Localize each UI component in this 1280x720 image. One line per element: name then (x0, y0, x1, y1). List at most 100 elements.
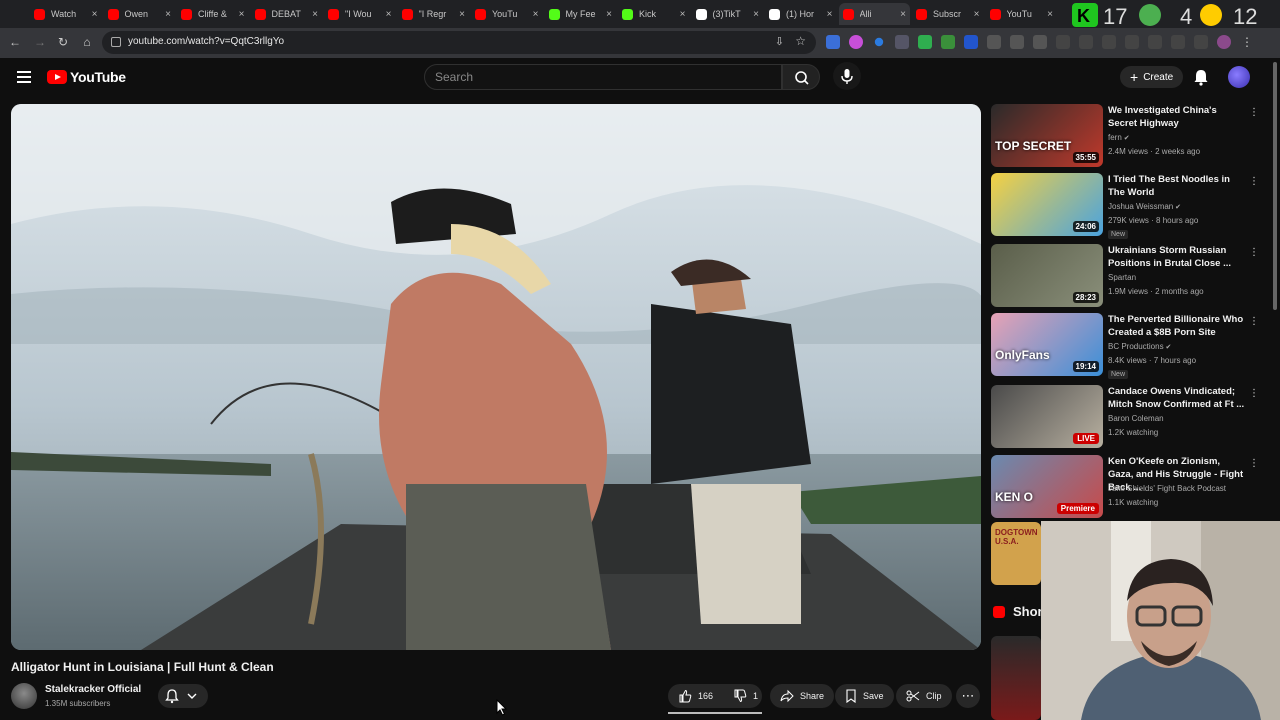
tab-close-icon[interactable]: × (753, 9, 759, 20)
tab-close-icon[interactable]: × (312, 9, 318, 20)
browser-tab[interactable]: DEBAT × (251, 3, 323, 25)
install-icon[interactable]: ⇩ (775, 35, 784, 48)
browser-tab[interactable]: (3)TikT × (692, 3, 764, 25)
browser-tab[interactable]: Alli × (838, 3, 910, 25)
more-options-icon[interactable]: ⋮ (1249, 175, 1259, 189)
extension-icon[interactable] (1010, 35, 1024, 49)
page-scrollbar[interactable] (1273, 62, 1277, 310)
recommended-video-title[interactable]: Candace Owens Vindicated; Mitch Snow Con… (1108, 385, 1248, 411)
devtools-icon[interactable] (1102, 35, 1116, 49)
recommended-channel[interactable]: BC Productions ✔ (1108, 342, 1171, 351)
history-icon[interactable] (1056, 35, 1070, 49)
voice-search-button[interactable] (833, 62, 861, 90)
recommended-video[interactable]: KEN O Premiere Ken O'Keefe on Zionism, Gaz… (991, 455, 1271, 521)
extension-icon[interactable] (874, 37, 884, 47)
browser-tab[interactable]: (1) Hor × (765, 3, 837, 25)
more-options-icon[interactable]: ⋮ (1249, 457, 1259, 471)
video-thumbnail[interactable]: LIVE (991, 385, 1103, 448)
recommended-video-title[interactable]: Ukrainians Storm Russian Positions in Br… (1108, 244, 1248, 270)
reading-list-icon[interactable] (1125, 35, 1139, 49)
recommended-video-title[interactable]: We Investigated China's Secret Highway (1108, 104, 1248, 130)
like-button[interactable]: 166 (668, 684, 723, 708)
extension-icon[interactable] (826, 35, 840, 49)
video-thumbnail[interactable]: KEN O Premiere (991, 455, 1103, 518)
screenshot-icon[interactable] (1079, 35, 1093, 49)
recommended-video[interactable]: 28:23 Ukrainians Storm Russian Positions … (991, 244, 1271, 310)
account-avatar[interactable] (1228, 66, 1250, 88)
extension-icon[interactable] (895, 35, 909, 49)
recommended-channel[interactable]: Joshua Weissman ✔ (1108, 202, 1181, 211)
extension-icon[interactable] (918, 35, 932, 49)
more-options-icon[interactable]: ⋮ (1249, 315, 1259, 329)
video-thumbnail[interactable]: 24:06 (991, 173, 1103, 236)
video-thumbnail[interactable]: TOP SECRET 35:55 (991, 104, 1103, 167)
recommended-video-title[interactable]: The Perverted Billionaire Who Created a … (1108, 313, 1248, 339)
create-button[interactable]: + Create (1120, 66, 1184, 88)
kebab-menu-icon[interactable]: ⋮ (1240, 35, 1254, 49)
dislike-button[interactable]: 1 (723, 684, 768, 708)
browser-tab[interactable]: Watch × (30, 3, 102, 25)
share-button[interactable]: Share (770, 684, 835, 708)
notifications-bell-icon[interactable] (1193, 68, 1209, 86)
back-icon[interactable]: ← (7, 34, 23, 50)
search-box[interactable] (424, 64, 782, 90)
tab-close-icon[interactable]: × (165, 9, 171, 20)
tab-close-icon[interactable]: × (533, 9, 539, 20)
tab-close-icon[interactable]: × (1047, 9, 1053, 20)
tab-close-icon[interactable]: × (827, 9, 833, 20)
browser-tab[interactable]: Kick × (618, 3, 690, 25)
tab-close-icon[interactable]: × (974, 9, 980, 20)
shorts-thumbnail[interactable] (991, 636, 1041, 720)
recommended-video[interactable]: OnlyFans 19:14 The Perverted Billionaire W… (991, 313, 1271, 379)
clip-button[interactable]: Clip (896, 684, 952, 708)
address-bar[interactable]: youtube.com/watch?v=QqtC3rllgYo ⇩ ☆ (102, 31, 816, 54)
more-options-icon[interactable]: ⋮ (1249, 246, 1259, 260)
bookmark-star-icon[interactable]: ☆ (795, 34, 806, 48)
extension-icon[interactable] (849, 35, 863, 49)
more-options-icon[interactable]: ⋮ (1249, 387, 1259, 401)
recommended-channel[interactable]: Jake Shields' Fight Back Podcast (1108, 484, 1226, 493)
browser-tab[interactable]: YouTu × (471, 3, 543, 25)
browser-tab[interactable]: Cliffe & × (177, 3, 249, 25)
video-thumbnail[interactable]: OnlyFans 19:14 (991, 313, 1103, 376)
tab-close-icon[interactable]: × (606, 9, 612, 20)
tab-close-icon[interactable]: × (92, 9, 98, 20)
extension-icon[interactable] (941, 35, 955, 49)
search-input[interactable] (435, 70, 765, 84)
browser-tab[interactable]: Subscr × (912, 3, 984, 25)
recommended-video-title[interactable]: I Tried The Best Noodles in The World (1108, 173, 1248, 199)
recommended-video[interactable]: TOP SECRET 35:55 We Investigated China's S… (991, 104, 1271, 170)
browser-tab[interactable]: "I Regr × (398, 3, 470, 25)
tab-close-icon[interactable]: × (459, 9, 465, 20)
browser-tab[interactable]: Owen × (104, 3, 176, 25)
recommended-channel[interactable]: Baron Coleman (1108, 414, 1164, 423)
video-thumbnail[interactable]: 28:23 (991, 244, 1103, 307)
home-icon[interactable]: ⌂ (79, 34, 95, 50)
more-actions-button[interactable]: ⋯ (956, 684, 980, 708)
recommended-channel[interactable]: fern ✔ (1108, 133, 1130, 142)
profile-avatar[interactable] (1217, 35, 1231, 49)
video-player[interactable] (11, 104, 981, 650)
channel-name[interactable]: Stalekracker Official (45, 684, 141, 695)
browser-tab[interactable]: My Fee × (545, 3, 617, 25)
extensions-puzzle-icon[interactable] (1033, 35, 1047, 49)
subscription-bell-button[interactable] (158, 684, 208, 708)
browser-tab[interactable]: "I Wou × (324, 3, 396, 25)
recommended-video[interactable]: LIVE Candace Owens Vindicated; Mitch Snow… (991, 385, 1271, 451)
more-options-icon[interactable]: ⋮ (1249, 106, 1259, 120)
browser-tab[interactable]: YouTu × (986, 3, 1058, 25)
extension-icon[interactable] (964, 35, 978, 49)
search-button[interactable] (782, 64, 820, 90)
tab-close-icon[interactable]: × (239, 9, 245, 20)
site-info-icon[interactable] (111, 37, 121, 47)
menu-icon[interactable] (1194, 35, 1208, 49)
tab-close-icon[interactable]: × (386, 9, 392, 20)
recommended-channel[interactable]: Spartan (1108, 273, 1136, 282)
hamburger-menu-icon[interactable] (17, 71, 31, 83)
youtube-logo[interactable]: YouTube (47, 69, 126, 85)
downloads-icon[interactable] (1171, 35, 1185, 49)
sidepanel-icon[interactable] (1148, 35, 1162, 49)
channel-avatar[interactable] (11, 683, 37, 709)
tab-close-icon[interactable]: × (900, 9, 906, 20)
reload-icon[interactable]: ↻ (55, 34, 71, 50)
